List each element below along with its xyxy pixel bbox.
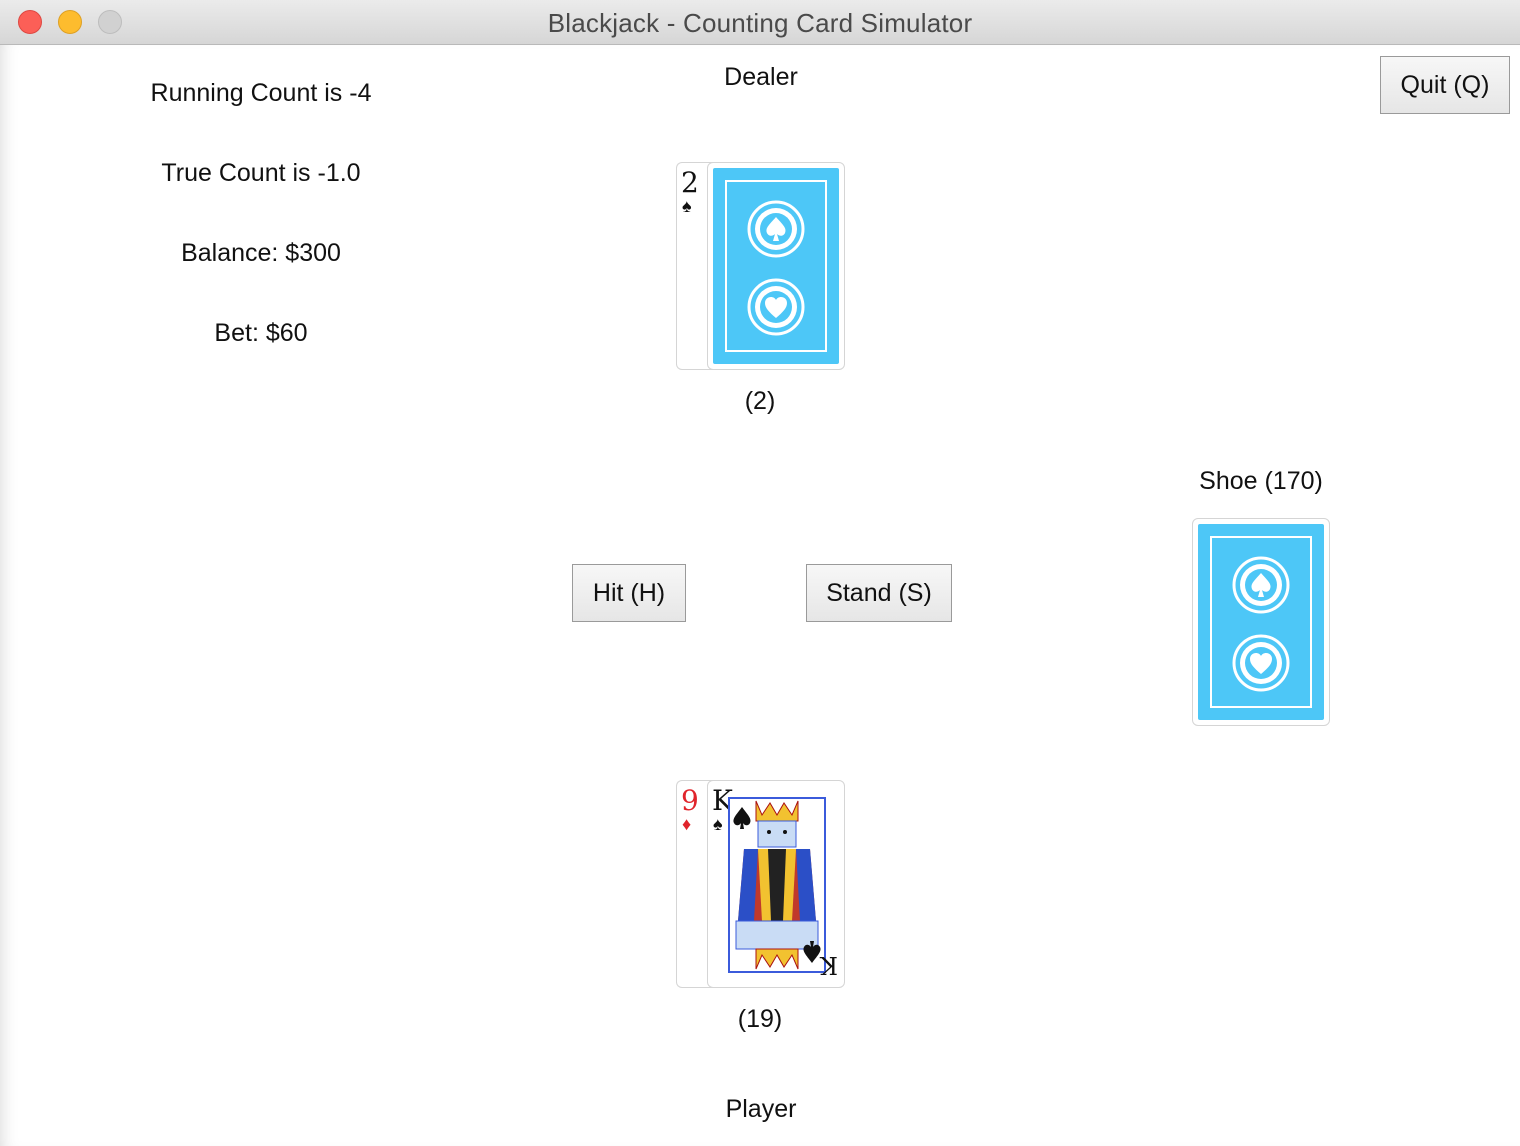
player-card-2-rank-bottom: K [820,951,838,979]
dealer-card-1-suit: ♠ [682,196,692,216]
heart-emblem-icon [1232,634,1290,692]
player-card-1-suit: ♦ [682,814,692,834]
player-label: Player [725,1095,797,1123]
running-count-label: Running Count is -4 [150,79,372,107]
player-card-1-rank: 9 [681,784,699,817]
player-card-2-suit: ♠ [713,814,723,834]
king-portrait-icon [728,797,826,973]
app-window: Blackjack - Counting Card Simulator Runn… [0,0,1520,1146]
balance-label: Balance: $300 [181,239,341,267]
stand-button[interactable]: Stand (S) [806,564,952,622]
shoe-label: Shoe (170) [1199,467,1323,495]
player-total: (19) [737,1005,783,1033]
spade-emblem-icon [1232,556,1290,614]
heart-emblem-icon [747,278,805,336]
player-card-2: K ♠ K [707,780,845,988]
true-count-label: True Count is -1.0 [161,159,361,187]
hit-button[interactable]: Hit (H) [572,564,686,622]
shoe-deck [1192,518,1330,726]
dealer-total: (2) [744,387,776,415]
dealer-card-2-facedown [707,162,845,370]
card-back [1198,524,1324,720]
dealer-card-1-rank: 2 [681,166,699,199]
quit-button[interactable]: Quit (Q) [1380,56,1510,114]
title-bar: Blackjack - Counting Card Simulator [0,0,1520,45]
dealer-label: Dealer [724,63,798,91]
card-back [713,168,839,364]
window-title: Blackjack - Counting Card Simulator [547,8,973,38]
game-table: Running Count is -4 True Count is -1.0 B… [0,45,1520,1146]
spade-emblem-icon [747,200,805,258]
bet-label: Bet: $60 [214,319,308,347]
